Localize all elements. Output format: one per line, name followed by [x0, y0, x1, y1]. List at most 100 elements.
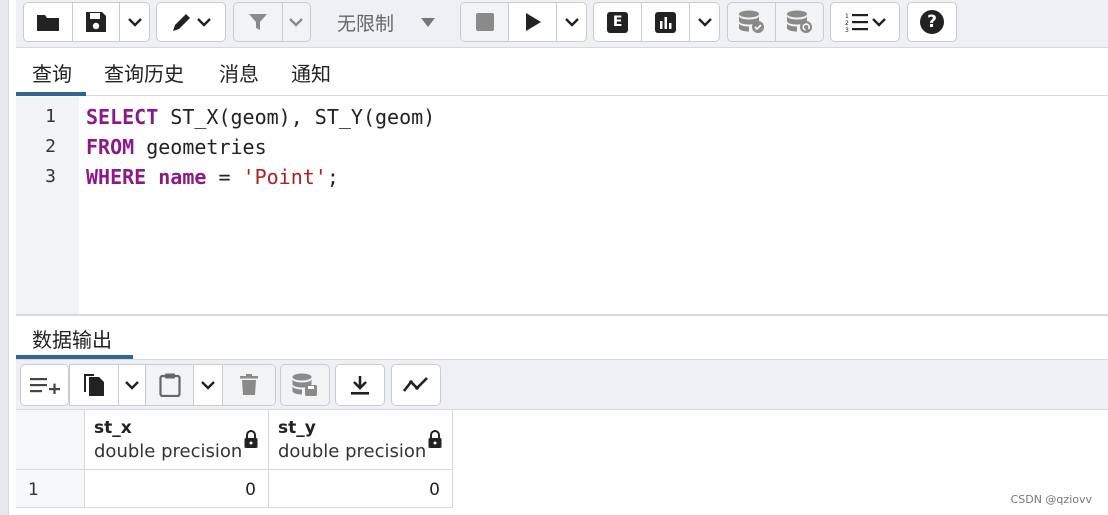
- chevron-down-icon: [125, 381, 139, 390]
- line-number-gutter: 1 2 3: [16, 97, 79, 314]
- macros-button[interactable]: 123: [831, 3, 899, 41]
- trash-icon: [239, 374, 258, 395]
- paste-options-dropdown[interactable]: [194, 365, 223, 405]
- help-group: ?: [907, 2, 957, 42]
- column-header[interactable]: st_x double precision: [85, 410, 269, 470]
- sql-text: geometries: [134, 135, 267, 159]
- rollback-button[interactable]: [776, 3, 823, 41]
- left-rail: [0, 0, 9, 515]
- tab-data-output[interactable]: 数据输出: [32, 324, 112, 353]
- pencil-icon: [173, 14, 190, 31]
- svg-text:3: 3: [845, 27, 849, 32]
- explain-icon: E: [607, 11, 629, 33]
- active-tab-indicator: [16, 92, 86, 96]
- chart-icon: [655, 11, 677, 33]
- help-icon: ?: [920, 10, 944, 34]
- graph-group: [391, 364, 441, 406]
- transaction-group: [727, 2, 824, 42]
- chevron-down-icon: [200, 381, 215, 390]
- execute-options-dropdown[interactable]: [557, 3, 586, 41]
- chevron-down-icon: [697, 18, 712, 27]
- explain-options-dropdown[interactable]: [690, 3, 719, 41]
- download-icon: [351, 376, 369, 395]
- code-line[interactable]: SELECT ST_X(geom), ST_Y(geom): [86, 105, 435, 129]
- sql-keyword: FROM: [86, 135, 135, 159]
- limit-value: 无限制: [337, 12, 395, 35]
- line-number: 1: [45, 106, 56, 127]
- sql-editor[interactable]: 1 2 3 SELECT ST_X(geom), ST_Y(geom) FROM…: [16, 97, 1108, 314]
- stop-icon: [475, 13, 494, 31]
- table-cell[interactable]: 0: [85, 470, 269, 508]
- graph-visualiser-button[interactable]: [392, 365, 440, 405]
- paste-button[interactable]: [146, 365, 194, 405]
- active-output-tab-indicator: [16, 355, 133, 359]
- tab-notifications[interactable]: 通知: [291, 58, 331, 87]
- query-toolbar: 无限制 E 123 ?: [16, 0, 1108, 48]
- tab-query[interactable]: 查询: [32, 58, 72, 87]
- explain-analyze-button[interactable]: [642, 3, 691, 41]
- chevron-down-icon: [871, 18, 886, 27]
- lock-icon: [244, 430, 258, 448]
- filter-button[interactable]: [234, 3, 283, 41]
- play-icon: [525, 13, 541, 31]
- delete-row-button[interactable]: [222, 365, 275, 405]
- copy-button[interactable]: [70, 365, 119, 405]
- output-toolbar: [16, 360, 1108, 410]
- save-button[interactable]: [73, 3, 121, 41]
- sql-keyword: WHERE: [86, 165, 147, 189]
- grid-corner[interactable]: [16, 410, 85, 470]
- explain-group: E: [593, 2, 720, 42]
- watermark: CSDN @qziovv: [1010, 493, 1092, 506]
- sql-text: =: [206, 165, 243, 189]
- clipboard-icon: [158, 373, 181, 397]
- copy-options-dropdown[interactable]: [119, 365, 147, 405]
- lock-icon: [428, 430, 442, 448]
- column-type: double precision: [278, 441, 427, 462]
- table-cell[interactable]: 0: [269, 470, 453, 508]
- filter-dropdown[interactable]: [283, 3, 310, 41]
- cell-value: 0: [245, 480, 256, 500]
- tab-messages[interactable]: 消息: [219, 58, 259, 87]
- line-chart-icon: [403, 377, 428, 392]
- chevron-down-icon: [197, 18, 211, 27]
- download-group: [335, 364, 385, 406]
- execute-button[interactable]: [509, 3, 558, 41]
- stop-button[interactable]: [461, 3, 510, 41]
- list-icon: 123: [845, 13, 868, 32]
- open-file-button[interactable]: [24, 3, 74, 41]
- add-row-icon: [29, 378, 60, 394]
- clipboard-group: [69, 364, 276, 406]
- limit-select[interactable]: 无限制: [319, 2, 453, 42]
- edit-button[interactable]: [157, 3, 225, 41]
- sql-string: 'Point': [242, 165, 327, 189]
- output-tabs: 数据输出: [16, 316, 1108, 360]
- column-header[interactable]: st_y double precision: [269, 410, 453, 470]
- add-row-button[interactable]: [21, 365, 68, 405]
- db-undo-icon: [786, 10, 812, 33]
- code-line[interactable]: WHERE name = 'Point';: [86, 165, 339, 189]
- execute-group: [460, 2, 587, 42]
- sql-keyword: name: [158, 165, 207, 189]
- line-number: 2: [45, 136, 56, 157]
- line-number: 3: [45, 166, 56, 187]
- query-tabs: 查询 查询历史 消息 通知: [16, 48, 1108, 96]
- chevron-down-icon: [127, 18, 142, 27]
- row-number: 1: [28, 480, 39, 500]
- caret-down-icon: [421, 17, 435, 27]
- db-save-icon: [292, 373, 317, 396]
- code-line[interactable]: FROM geometries: [86, 135, 267, 159]
- folder-icon: [37, 15, 60, 31]
- macros-group: 123: [830, 2, 900, 42]
- download-button[interactable]: [336, 365, 384, 405]
- save-data-button[interactable]: [281, 365, 329, 405]
- limit-select-box[interactable]: 无限制: [319, 2, 453, 42]
- row-number-cell[interactable]: 1: [16, 470, 85, 508]
- help-button[interactable]: ?: [908, 3, 956, 41]
- filter-icon: [248, 14, 267, 30]
- column-name: st_y: [278, 418, 316, 438]
- explain-button[interactable]: E: [594, 3, 643, 41]
- commit-button[interactable]: [728, 3, 776, 41]
- save-options-dropdown[interactable]: [120, 3, 149, 41]
- tab-query-history[interactable]: 查询历史: [104, 58, 184, 87]
